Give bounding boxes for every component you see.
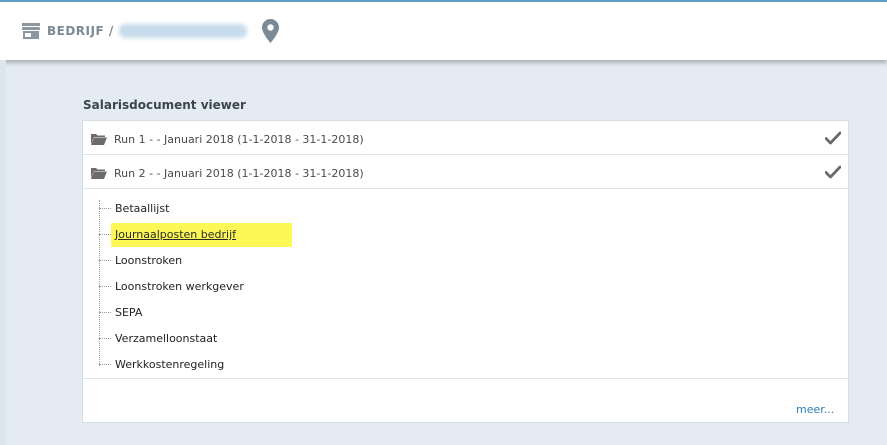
run-row-1[interactable]: Run 1 - - Januari 2018 (1-1-2018 - 31-1-…: [83, 121, 848, 155]
breadcrumb-root[interactable]: BEDRIJF /: [47, 24, 114, 38]
folder-open-icon: [91, 168, 107, 179]
tree-branch: [99, 260, 111, 261]
document-panel: Run 1 - - Januari 2018 (1-1-2018 - 31-1-…: [82, 120, 849, 423]
document-link[interactable]: Journaalposten bedrijf: [115, 228, 236, 241]
section-title: Salarisdocument viewer: [83, 98, 246, 112]
check-icon: [825, 165, 841, 179]
document-label: Loonstroken werkgever: [115, 280, 244, 293]
document-item-werkkostenregeling[interactable]: Werkkostenregeling: [99, 355, 399, 375]
document-label: SEPA: [115, 306, 143, 319]
tree-branch: [99, 312, 111, 313]
company-name-redacted: [119, 24, 247, 38]
document-label: Verzamelloonstaat: [115, 332, 218, 345]
more-link[interactable]: meer...: [796, 403, 834, 416]
document-label: Werkkostenregeling: [115, 358, 225, 371]
document-item-loonstroken-werkgever[interactable]: Loonstroken werkgever: [99, 277, 399, 297]
map-pin-icon[interactable]: [262, 19, 279, 43]
run-row-2[interactable]: Run 2 - - Januari 2018 (1-1-2018 - 31-1-…: [83, 155, 848, 189]
run-label: Run 2 - - Januari 2018 (1-1-2018 - 31-1-…: [114, 167, 364, 180]
tree-branch: [99, 286, 111, 287]
document-item-betaallijst[interactable]: Betaallijst: [99, 199, 399, 219]
document-item-journaalposten-bedrijf[interactable]: Journaalposten bedrijf: [99, 223, 399, 247]
document-tree: Betaallijst Journaalposten bedrijf Loons…: [83, 190, 848, 379]
document-item-sepa[interactable]: SEPA: [99, 303, 399, 323]
check-icon: [825, 131, 841, 145]
page-header: BEDRIJF /: [0, 2, 887, 60]
folder-open-icon: [91, 134, 107, 145]
document-label: Loonstroken: [115, 254, 183, 267]
document-item-loonstroken[interactable]: Loonstroken: [99, 251, 399, 271]
tree-branch: [99, 208, 111, 209]
tree-branch: [99, 364, 111, 365]
tree-branch: [99, 234, 111, 235]
tree-branch: [99, 338, 111, 339]
store-icon: [22, 23, 40, 39]
run-label: Run 1 - - Januari 2018 (1-1-2018 - 31-1-…: [114, 133, 364, 146]
left-edge: [0, 60, 6, 445]
document-label: Betaallijst: [115, 202, 170, 215]
document-item-verzamelloonstaat[interactable]: Verzamelloonstaat: [99, 329, 399, 349]
